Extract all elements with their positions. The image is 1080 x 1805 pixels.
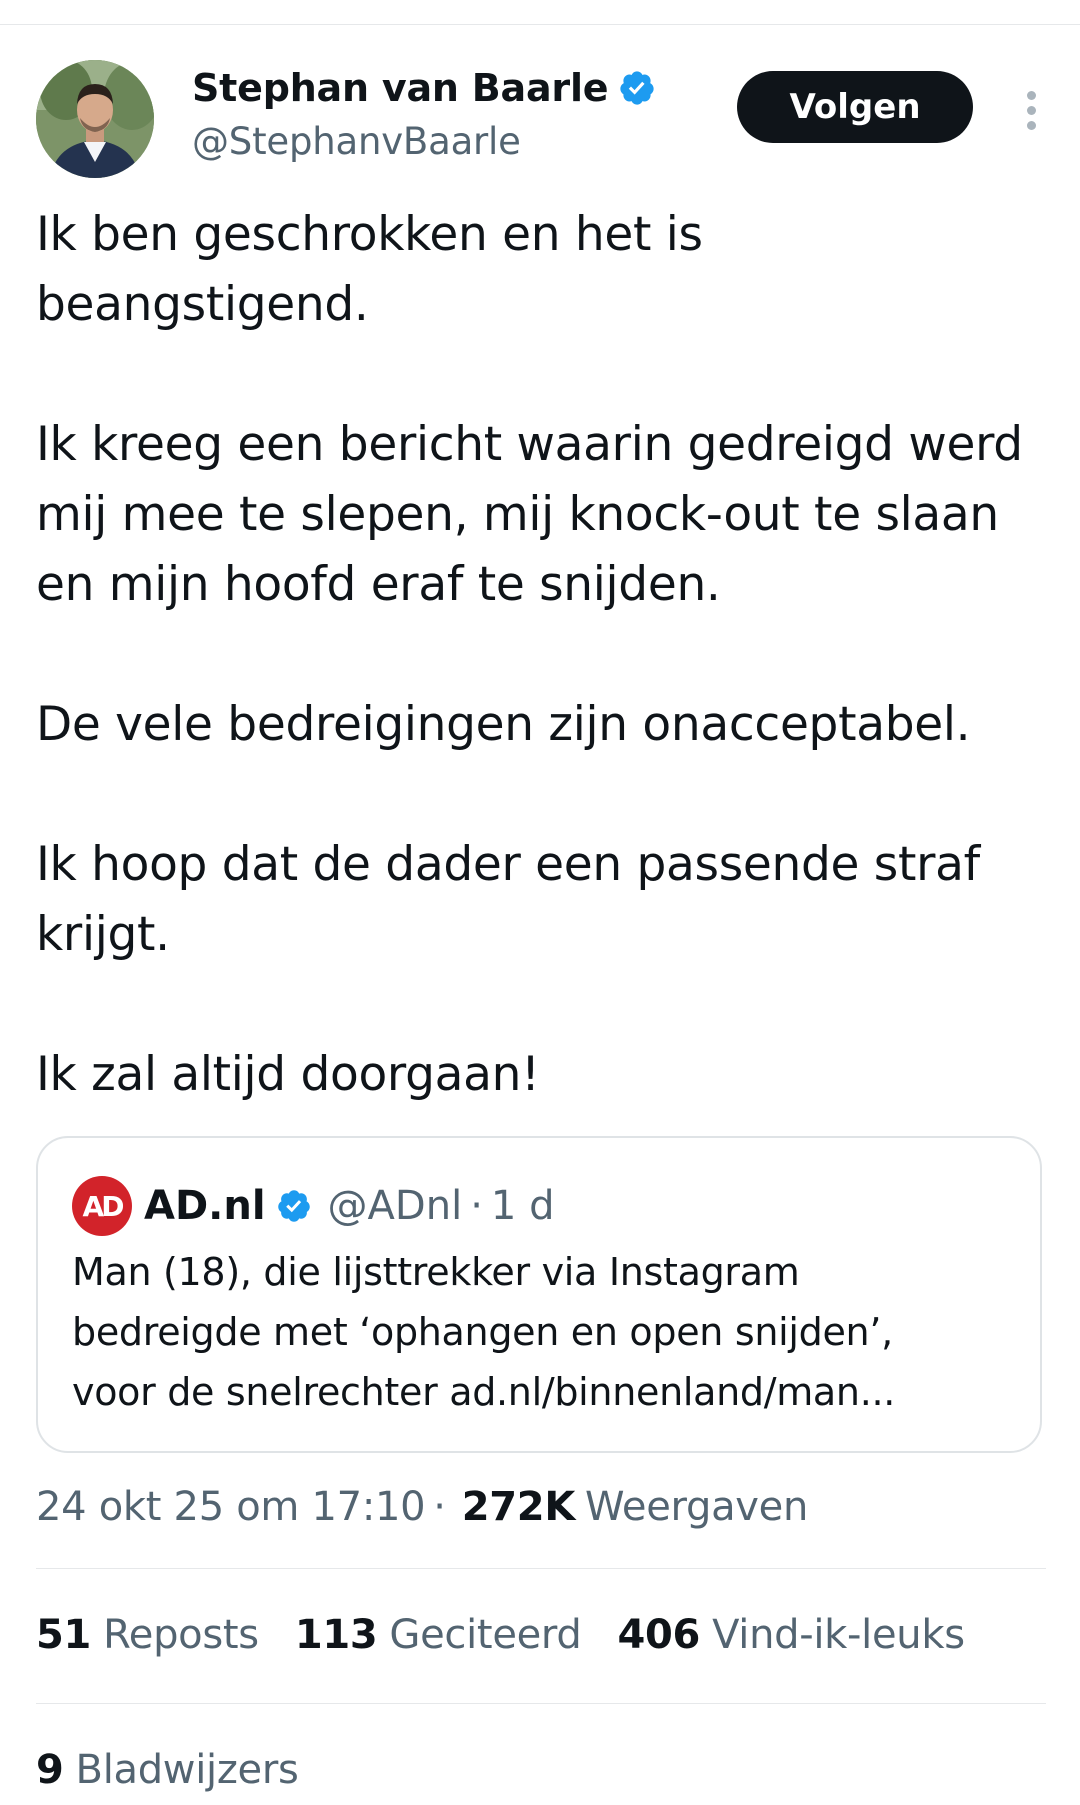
quotes-count: 113 [294, 1612, 378, 1658]
tweet-body: Ik ben geschrokken en het is beangstigen… [36, 200, 1046, 1110]
tweet-timestamp[interactable]: 24 okt 25 om 17:10 [36, 1484, 426, 1530]
author-info: Stephan van Baarle @StephanvBaarle [192, 64, 656, 163]
stats-divider-bottom [36, 1703, 1046, 1704]
quotes-label: Geciteerd [389, 1612, 582, 1658]
bookmarks-label: Bladwijzers [75, 1747, 299, 1793]
quoted-tweet-header: AD AD.nl @ADnl · 1 d [72, 1176, 554, 1236]
tweet-paragraph: Ik zal altijd doorgaan! [36, 1047, 540, 1102]
views-count: 272K [461, 1484, 576, 1530]
follow-button[interactable]: Volgen [737, 71, 973, 143]
ad-logo-avatar[interactable]: AD [72, 1176, 132, 1236]
quoted-timestamp: 1 d [490, 1183, 555, 1229]
more-dot [1026, 90, 1036, 100]
verified-badge-icon [277, 1190, 310, 1222]
quoted-text-line: bedreigde met ‘ophangen en open snijden’… [72, 1310, 893, 1354]
more-dot [1026, 120, 1036, 130]
avatar-image [36, 60, 154, 178]
reposts-label: Reposts [103, 1612, 259, 1658]
quoted-display-name: AD.nl [144, 1183, 266, 1229]
engagement-stats: 51 Reposts 113 Geciteerd 406 Vind-ik-leu… [36, 1600, 1001, 1670]
tweet-paragraph: Ik ben geschrokken en het is beangstigen… [36, 207, 703, 332]
verified-badge-icon [620, 71, 654, 105]
views-label: Weergaven [585, 1484, 809, 1530]
reposts-stat[interactable]: 51 Reposts [36, 1612, 259, 1658]
quotes-stat[interactable]: 113 Geciteerd [295, 1612, 582, 1658]
author-display-name[interactable]: Stephan van Baarle [192, 66, 609, 110]
tweet-paragraph: Ik hoop dat de dader een passende straf … [36, 837, 980, 962]
bookmarks-count: 9 [36, 1747, 64, 1793]
likes-count: 406 [617, 1612, 701, 1658]
author-handle[interactable]: @StephanvBaarle [192, 120, 656, 163]
quoted-text-line: voor de snelrechter ad.nl/binnenland/man… [72, 1370, 896, 1414]
more-dot [1026, 105, 1036, 115]
top-divider [0, 24, 1080, 25]
tweet-meta: 24 okt 25 om 17:10 · 272K Weergaven [36, 1472, 808, 1542]
quoted-tweet-card[interactable]: AD AD.nl @ADnl · 1 d Man (18), die lijst… [36, 1136, 1042, 1453]
quoted-handle: @ADnl [327, 1183, 463, 1229]
author-avatar[interactable] [36, 60, 154, 178]
display-name-row: Stephan van Baarle [192, 64, 656, 112]
likes-label: Vind-ik-leuks [712, 1612, 965, 1658]
tweet-paragraph: Ik kreeg een bericht waarin gedreigd wer… [36, 417, 1023, 612]
bookmarks-stats: 9 Bladwijzers [36, 1735, 335, 1805]
reposts-count: 51 [36, 1612, 92, 1658]
stats-divider-top [36, 1568, 1046, 1569]
bookmarks-stat[interactable]: 9 Bladwijzers [36, 1747, 299, 1793]
tweet-header: Stephan van Baarle @StephanvBaarle Volge… [36, 58, 1046, 188]
separator-dot: · [470, 1183, 483, 1229]
likes-stat[interactable]: 406 Vind-ik-leuks [617, 1612, 965, 1658]
tweet-paragraph: De vele bedreigingen zijn onacceptabel. [36, 697, 971, 752]
more-vertical-icon[interactable] [1016, 80, 1046, 140]
quoted-text-line: Man (18), die lijsttrekker via Instagram [72, 1250, 800, 1294]
separator-dot: · [433, 1484, 446, 1530]
quoted-tweet-text: Man (18), die lijsttrekker via Instagram… [72, 1242, 1012, 1422]
